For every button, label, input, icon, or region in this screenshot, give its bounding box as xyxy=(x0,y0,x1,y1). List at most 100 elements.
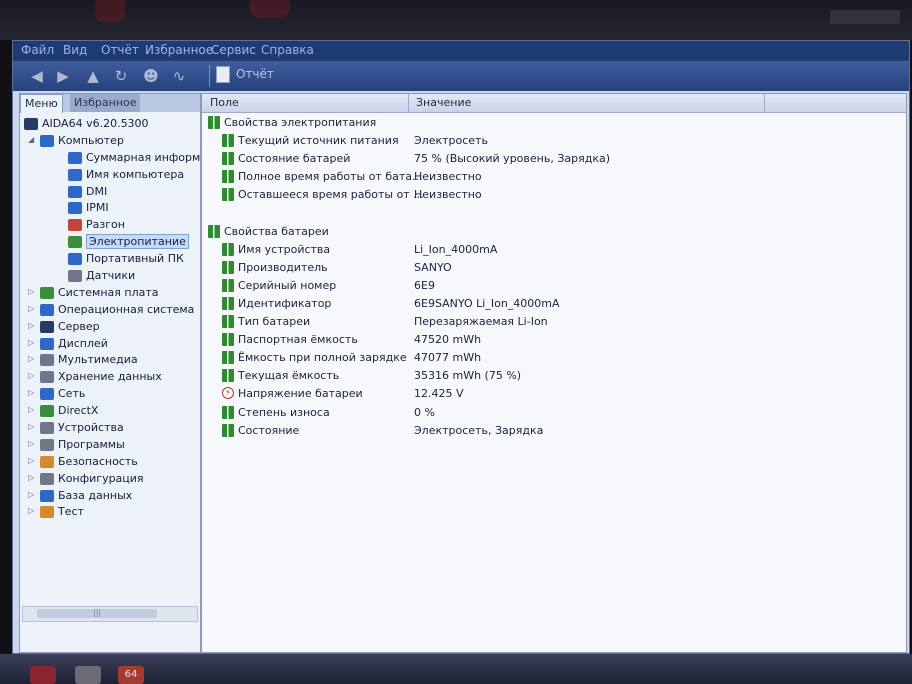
forward-icon[interactable]: ▶ xyxy=(53,66,73,86)
tree-item-label: Электропитание xyxy=(86,234,189,250)
taskbar-aida64-button[interactable]: 64 xyxy=(118,666,144,684)
tree-item[interactable]: Разгон xyxy=(20,217,200,234)
menu-favorites[interactable]: Избранное xyxy=(145,43,213,57)
menu-view[interactable]: Вид xyxy=(63,43,87,57)
expander-icon[interactable]: ▷ xyxy=(28,354,36,363)
tree-item[interactable]: Датчики xyxy=(20,268,200,285)
battery-icon xyxy=(222,333,234,347)
taskbar-app-button[interactable] xyxy=(30,666,56,684)
property-row[interactable]: Состояние батарей 75 % (Высокий уровень, … xyxy=(202,150,906,168)
tree-item[interactable]: Имя компьютера xyxy=(20,167,200,184)
tree-item-label: AIDA64 v6.20.5300 xyxy=(42,117,149,130)
property-row[interactable]: Текущий источник питания Электросеть xyxy=(202,132,906,150)
spacer-row xyxy=(202,204,906,222)
tree-item[interactable]: IPMI xyxy=(20,200,200,217)
expander-icon[interactable]: ▷ xyxy=(28,473,36,482)
tab-menu[interactable]: Меню xyxy=(20,94,63,113)
property-row[interactable]: Паспортная ёмкость 47520 mWh xyxy=(202,331,906,349)
tree-item[interactable]: ▷ Конфигурация xyxy=(20,471,200,488)
tree-item-label: Устройства xyxy=(58,421,124,435)
tree-item-label: DirectX xyxy=(58,404,99,418)
property-row[interactable]: Производитель SANYO xyxy=(202,259,906,277)
tab-favorites[interactable]: Избранное xyxy=(70,94,141,112)
column-separator[interactable] xyxy=(408,94,409,112)
property-field: Оставшееся время работы от ... xyxy=(238,188,424,202)
property-field: Степень износа xyxy=(238,405,330,419)
property-row[interactable]: Серийный номер 6E9 xyxy=(202,277,906,295)
tree-item[interactable]: ▷ База данных xyxy=(20,488,200,505)
tree-item-label: Программы xyxy=(58,437,125,451)
property-row[interactable]: Состояние Электросеть, Зарядка xyxy=(202,422,906,440)
property-row[interactable]: Ёмкость при полной зарядке 47077 mWh xyxy=(202,349,906,367)
battery-icon xyxy=(222,423,234,437)
tree-item[interactable]: ▷ Тест xyxy=(20,504,200,521)
expander-icon[interactable]: ◢ xyxy=(28,135,36,144)
multimedia-icon xyxy=(40,354,54,367)
tree-item[interactable]: Суммарная информация xyxy=(20,150,200,167)
tree-item[interactable]: ◢ Компьютер xyxy=(20,133,200,150)
expander-icon[interactable]: ▷ xyxy=(28,490,36,499)
tree-item[interactable]: ▷ Устройства xyxy=(20,420,200,437)
expander-icon[interactable]: ▷ xyxy=(28,422,36,431)
refresh-icon[interactable]: ↻ xyxy=(111,66,131,86)
column-separator[interactable] xyxy=(764,94,765,112)
menu-service[interactable]: Сервис xyxy=(211,43,256,57)
expander-icon[interactable]: ▷ xyxy=(28,321,36,330)
tree-item[interactable]: ▷ Сервер xyxy=(20,319,200,336)
toolbar-separator xyxy=(209,65,210,87)
tree-item[interactable]: ▷ Хранение данных xyxy=(20,369,200,386)
tree-item[interactable]: ▷ Операционная система xyxy=(20,302,200,319)
tree-item[interactable]: DMI xyxy=(20,184,200,201)
taskbar-app-button[interactable] xyxy=(75,666,101,684)
user-icon[interactable]: ☻ xyxy=(141,66,161,86)
column-field-header[interactable]: Поле xyxy=(210,96,239,109)
menu-file[interactable]: Файл xyxy=(21,43,54,57)
taskbar: 64 xyxy=(0,654,912,684)
tree-item[interactable]: Электропитание xyxy=(20,234,200,251)
chart-icon[interactable]: ∿ xyxy=(169,66,189,86)
ipmi-icon xyxy=(68,202,82,215)
menu-report[interactable]: Отчёт xyxy=(101,43,139,57)
property-row[interactable]: Текущая ёмкость 35316 mWh (75 %) xyxy=(202,367,906,385)
tree-item[interactable]: Портативный ПК xyxy=(20,251,200,268)
group-header-row[interactable]: Свойства батареи xyxy=(202,223,906,241)
tree-item[interactable]: ▷ Безопасность xyxy=(20,454,200,471)
tree-item[interactable]: ▷ Системная плата xyxy=(20,285,200,302)
expander-icon[interactable]: ▷ xyxy=(28,456,36,465)
up-icon[interactable]: ▲ xyxy=(83,66,103,86)
expander-icon[interactable]: ▷ xyxy=(28,371,36,380)
menu-help[interactable]: Справка xyxy=(261,43,314,57)
property-row[interactable]: ⚡ Напряжение батареи 12.425 V xyxy=(202,385,906,403)
battery-icon xyxy=(222,260,234,274)
property-row[interactable]: Идентификатор 6E9SANYO Li_Ion_4000mA xyxy=(202,295,906,313)
expander-icon[interactable]: ▷ xyxy=(28,388,36,397)
property-row[interactable]: Имя устройства Li_Ion_4000mA xyxy=(202,241,906,259)
expander-icon[interactable]: ▷ xyxy=(28,439,36,448)
expander-icon[interactable]: ▷ xyxy=(28,405,36,414)
column-value-header[interactable]: Значение xyxy=(416,96,471,109)
property-value: 35316 mWh (75 %) xyxy=(414,369,522,383)
expander-icon[interactable]: ▷ xyxy=(28,338,36,347)
property-value: Электросеть, Зарядка xyxy=(414,423,544,437)
property-row[interactable]: Полное время работы от бата... Неизвестно xyxy=(202,168,906,186)
battery-icon xyxy=(222,170,234,184)
horizontal-scrollbar[interactable]: ||| xyxy=(22,606,198,622)
tree-item[interactable]: ▷ Мультимедиа xyxy=(20,352,200,369)
expander-icon[interactable]: ▷ xyxy=(28,287,36,296)
back-icon[interactable]: ◀ xyxy=(27,66,47,86)
report-button[interactable]: Отчёт xyxy=(216,66,274,86)
tree-item-label: Сервер xyxy=(58,319,100,333)
tree-item[interactable]: AIDA64 v6.20.5300 xyxy=(20,116,200,133)
property-row[interactable]: Степень износа 0 % xyxy=(202,404,906,422)
tree-item[interactable]: ▷ Сеть xyxy=(20,386,200,403)
group-header-row[interactable]: Свойства электропитания xyxy=(202,114,906,132)
tree-item[interactable]: ▷ Дисплей xyxy=(20,336,200,353)
tree-item[interactable]: ▷ Программы xyxy=(20,437,200,454)
tree-item-label: Безопасность xyxy=(58,454,138,468)
property-field: Состояние батарей xyxy=(238,152,351,166)
property-row[interactable]: Оставшееся время работы от ... Неизвестно xyxy=(202,186,906,204)
tree-item[interactable]: ▷ DirectX xyxy=(20,403,200,420)
expander-icon[interactable]: ▷ xyxy=(28,304,36,313)
expander-icon[interactable]: ▷ xyxy=(28,506,36,515)
property-row[interactable]: Тип батареи Перезаряжаемая Li-Ion xyxy=(202,313,906,331)
